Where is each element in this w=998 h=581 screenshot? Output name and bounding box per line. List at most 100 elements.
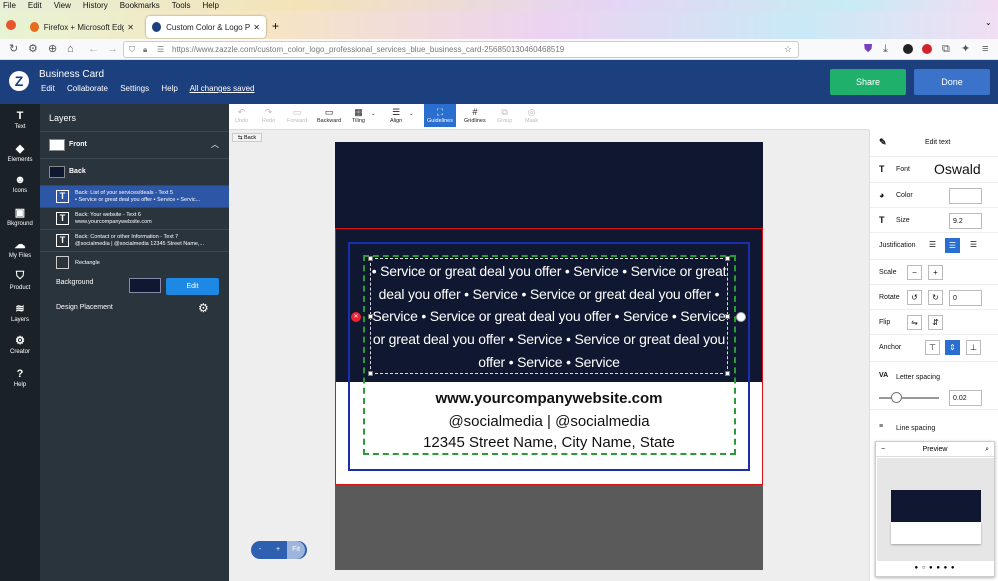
resize-handle[interactable] [368,256,373,261]
save-status-link[interactable]: All changes saved [190,84,255,93]
preview-pagination[interactable]: ● ○ ● ● ● ● [876,565,994,571]
app-menu-collaborate[interactable]: Collaborate [67,84,108,93]
group-button[interactable]: ⧉ Group [497,107,512,124]
rail-icons[interactable]: ☻ Icons [0,174,40,194]
address-text[interactable]: 12345 Street Name, City Name, State [335,434,763,451]
layer-item-contact[interactable]: T Back: Contact or other Information - T… [40,229,229,251]
extension-icon[interactable]: ⊕ [48,43,57,56]
website-text[interactable]: www.yourcompanywebsite.com [335,390,763,407]
tiling-button[interactable]: ▦ Tiling [352,107,365,124]
anchor-middle-icon[interactable]: ⇕ [945,340,960,355]
rail-elements[interactable]: ◆ Elements [0,142,40,163]
app-menu-edit[interactable]: Edit [41,84,55,93]
text-color-swatch[interactable] [949,188,982,204]
home-icon[interactable]: ⌂ [67,43,74,56]
social-text[interactable]: @socialmedia | @socialmedia [335,413,763,430]
zoom-fit-button[interactable]: Fit [287,541,305,559]
bookmark-star-icon[interactable]: ☆ [784,44,792,55]
scale-down-button[interactable]: − [907,265,922,280]
resize-handle[interactable] [368,371,373,376]
tab-zazzle[interactable]: Custom Color & Logo Professi ✕ [146,16,266,38]
url-field[interactable]: ⛉ 🔒︎ ☰ https://www.zazzle.com/custom_col… [123,41,799,58]
back-icon[interactable]: ← [88,43,99,56]
size-input[interactable]: 9.2 [949,213,982,229]
share-button[interactable]: Share [830,69,906,95]
collapse-icon[interactable]: − [881,442,885,457]
mask-button[interactable]: ◎ Mask [525,107,538,124]
layer-group-back[interactable]: Back [40,158,229,185]
menu-help[interactable]: Help [202,1,218,10]
extension-gear-icon[interactable]: ⚙ [28,43,38,56]
flip-vertical-icon[interactable]: ⇵ [928,315,943,330]
app-menu-help[interactable]: Help [161,84,177,93]
zazzle-logo-icon[interactable]: Z [9,71,29,91]
zoom-out-button[interactable]: - [251,541,269,559]
list-tabs-icon[interactable]: ⌄ [985,18,992,27]
rail-creator[interactable]: ⚙ Creator [0,334,40,355]
forward-button[interactable]: ▭ Forward [287,107,307,124]
rail-product[interactable]: ⛉ Product [0,270,40,291]
resize-handle[interactable] [368,314,373,319]
rail-layers[interactable]: ≋ Layers [0,302,40,323]
align-right-icon[interactable]: ☰ [966,238,981,253]
pinterest-icon[interactable] [922,44,932,54]
align-button[interactable]: ☰ Align [390,107,402,124]
resize-handle[interactable] [725,371,730,376]
menu-tools[interactable]: Tools [172,1,191,10]
pocket-icon[interactable]: ⛊ [864,43,872,56]
delete-handle-icon[interactable]: ✕ [351,312,361,322]
scale-up-button[interactable]: + [928,265,943,280]
letter-spacing-track[interactable] [879,397,939,399]
account-icon[interactable] [903,44,913,54]
rail-text[interactable]: T Text [0,110,40,130]
rail-my-files[interactable]: ☁ My Files [0,238,40,259]
anchor-top-icon[interactable]: ⊤ [925,340,940,355]
new-tab-icon[interactable]: + [272,19,279,33]
anchor-bottom-icon[interactable]: ⊥ [966,340,981,355]
align-left-icon[interactable]: ☰ [925,238,940,253]
close-icon[interactable]: ✕ [127,23,134,32]
firefox-view-icon[interactable] [6,20,16,30]
business-card-back[interactable]: • Service or great deal you offer • Serv… [335,142,763,570]
gear-icon[interactable]: ⚙ [198,301,209,315]
reload-icon[interactable]: ↻ [9,43,18,56]
align-center-icon[interactable]: ☰ [945,238,960,253]
flip-horizontal-icon[interactable]: ⇋ [907,315,922,330]
back-side-button[interactable]: ⇆ Back [232,133,262,142]
menu-file[interactable]: File [3,1,16,10]
resize-handle[interactable] [725,314,730,319]
resize-handle[interactable] [725,256,730,261]
menu-bookmarks[interactable]: Bookmarks [120,1,160,10]
rail-help[interactable]: ? Help [0,368,40,388]
menu-edit[interactable]: Edit [28,1,42,10]
tab-firefox-edge-bug[interactable]: Firefox + Microsoft Edge bug w ✕ [24,16,140,38]
extensions-icon[interactable]: ✦ [961,43,970,56]
selection-box[interactable] [368,256,730,376]
lock-icon[interactable]: 🔒︎ [143,45,147,55]
guidelines-button[interactable]: ⛶ Guidelines [424,104,456,127]
rotate-right-icon[interactable]: ↻ [928,290,943,305]
gridlines-button[interactable]: # Gridlines [464,107,486,124]
rotate-left-icon[interactable]: ↺ [907,290,922,305]
tiling-dropdown-icon[interactable]: ⌄ [371,111,376,117]
app-menu-settings[interactable]: Settings [120,84,149,93]
zoom-in-button[interactable]: + [269,541,287,559]
layer-item-services[interactable]: T Back: List of your services/deals - Te… [40,185,229,207]
preview-image[interactable] [877,458,994,561]
downloads-icon[interactable]: ⤓ [883,43,888,56]
align-dropdown-icon[interactable]: ⌄ [409,111,414,117]
menu-view[interactable]: View [54,1,71,10]
font-row[interactable]: T Font Oswald [870,157,998,183]
menu-history[interactable]: History [83,1,108,10]
backward-button[interactable]: ▭ Backward [317,107,341,124]
layer-item-rectangle[interactable]: Rectangle [40,251,229,275]
shield-icon[interactable]: ⛉ [129,45,135,55]
layer-item-website[interactable]: T Back: Your website - Text 6 www.yourcom… [40,207,229,229]
puzzle-icon[interactable]: ⧉ [942,43,950,56]
close-icon[interactable]: ✕ [253,23,260,32]
rotate-input[interactable]: 0 [949,290,982,306]
layer-group-front[interactable]: Front ︿ [40,131,229,158]
zoom-icon[interactable]: ⌕ [985,442,989,457]
chevron-up-icon[interactable]: ︿ [211,139,219,150]
letter-spacing-slider[interactable] [891,392,902,403]
